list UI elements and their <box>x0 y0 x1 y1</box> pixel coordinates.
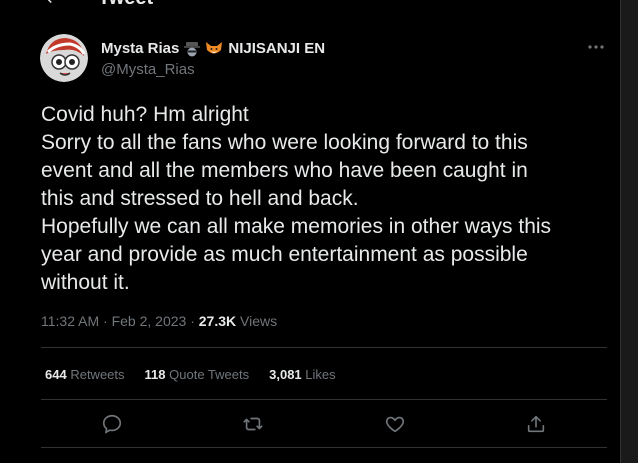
tweet-text: Covid huh? Hm alright Sorry to all the f… <box>41 101 621 297</box>
tweet-stats: 644 Retweets 118 Quote Tweets 3,081 Like… <box>45 367 356 382</box>
quote-tweets-label: Quote Tweets <box>169 367 250 382</box>
author-name-row[interactable]: Mysta Rias NIJISANJI EN <box>101 40 325 57</box>
avatar[interactable] <box>40 34 88 82</box>
page-title: Tweet <box>98 0 153 10</box>
author-handle[interactable]: @Mysta_Rias <box>101 61 195 78</box>
author-name[interactable]: Mysta Rias <box>101 40 179 57</box>
quote-tweets-count: 118 <box>144 367 166 382</box>
retweet-icon[interactable] <box>242 413 266 437</box>
divider <box>41 447 607 448</box>
fox-emoji-icon <box>205 41 223 57</box>
meta-separator: · <box>190 313 195 329</box>
tweet-time[interactable]: 11:32 AM <box>41 313 99 329</box>
divider <box>41 347 607 348</box>
likes-stat[interactable]: 3,081 Likes <box>269 367 336 382</box>
tweet-meta: 11:32 AM · Feb 2, 2023 · 27.3K Views <box>41 313 277 329</box>
back-arrow-icon[interactable] <box>42 0 60 6</box>
retweets-label: Retweets <box>70 367 125 382</box>
reply-icon[interactable] <box>101 413 125 437</box>
meta-separator: · <box>103 313 108 329</box>
detective-emoji-icon <box>183 41 201 57</box>
like-icon[interactable] <box>384 413 408 437</box>
views-count: 27.3K <box>198 313 237 329</box>
retweets-stat[interactable]: 644 Retweets <box>45 367 125 382</box>
views-label: Views <box>240 313 278 329</box>
tweet-text-line: year and provide as much entertainment a… <box>41 243 528 266</box>
tweet-text-line: Covid huh? Hm alright <box>41 103 249 126</box>
tweet-date[interactable]: Feb 2, 2023 <box>112 313 187 329</box>
likes-count: 3,081 <box>269 367 302 382</box>
divider <box>41 399 607 400</box>
retweets-count: 644 <box>45 367 67 382</box>
more-options-icon[interactable] <box>586 40 606 54</box>
action-bar <box>41 413 607 437</box>
scrollbar[interactable] <box>621 0 638 463</box>
share-icon[interactable] <box>525 413 549 437</box>
top-header: Tweet <box>0 0 620 14</box>
tweet-text-line: Sorry to all the fans who were looking f… <box>41 131 528 154</box>
tweet-text-line: without it. <box>41 271 130 294</box>
quote-tweets-stat[interactable]: 118 Quote Tweets <box>145 367 250 382</box>
likes-label: Likes <box>305 367 336 382</box>
tweet-text-line: Hopefully we can all make memories in ot… <box>41 215 552 238</box>
tweet-text-line: event and all the members who have been … <box>41 159 528 182</box>
tweet-text-line: this and stressed to hell and back. <box>41 187 359 210</box>
author-org: NIJISANJI EN <box>228 40 326 57</box>
